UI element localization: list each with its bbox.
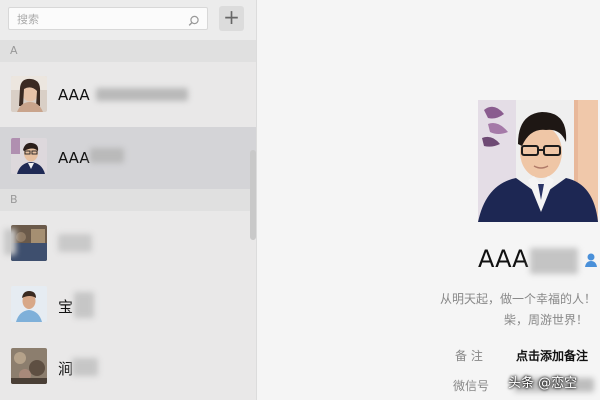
redaction-blur [90,148,124,163]
avatar [11,225,47,261]
search-icon [188,12,200,31]
search-placeholder: 搜索 [17,13,39,26]
contact-list-panel: 搜索 + A AAA AAA B 宝 涧 [0,0,257,400]
profile-avatar[interactable] [478,100,598,222]
redaction-blur [96,88,188,101]
contact-item[interactable]: 宝 [0,274,256,336]
remark-label: 备 注 [455,349,483,363]
section-letter: A [10,44,18,57]
redaction-blur [74,292,94,318]
wechat-id-label: 微信号 [453,379,490,393]
contact-item[interactable] [0,212,256,274]
search-bar: 搜索 + [0,0,256,40]
contact-name: 涧 [58,360,74,378]
redaction-blur [4,229,16,255]
avatar [11,286,47,322]
section-letter: B [10,193,18,206]
section-header-a: A [0,40,256,62]
redaction-blur [72,358,98,376]
watermark: 头条 @恋空 [508,376,578,391]
contact-name: 宝 [58,298,74,316]
person-icon [584,252,598,272]
contact-item[interactable]: AAA [0,64,256,126]
contact-item-selected[interactable]: AAA [0,127,256,189]
redaction-blur [58,234,92,252]
signature-line: 柴，周游世界！ [503,313,588,327]
add-contact-button[interactable]: + [219,6,244,31]
remark-value[interactable]: 点击添加备注 [516,347,588,364]
search-input[interactable]: 搜索 [8,7,208,30]
contact-item[interactable]: 涧 [0,336,256,398]
signature-line: 从明天起，做一个幸福的人！ [439,292,596,306]
section-header-b: B [0,189,256,211]
profile-name: AAA [478,245,529,273]
redaction-blur [530,248,578,274]
avatar [11,76,47,112]
profile-name-text: AAA [478,245,529,273]
avatar [11,348,47,384]
contact-name: AAA [58,86,90,104]
avatar [11,138,47,174]
contact-name: AAA [58,149,90,167]
scrollbar-thumb[interactable] [250,150,256,240]
